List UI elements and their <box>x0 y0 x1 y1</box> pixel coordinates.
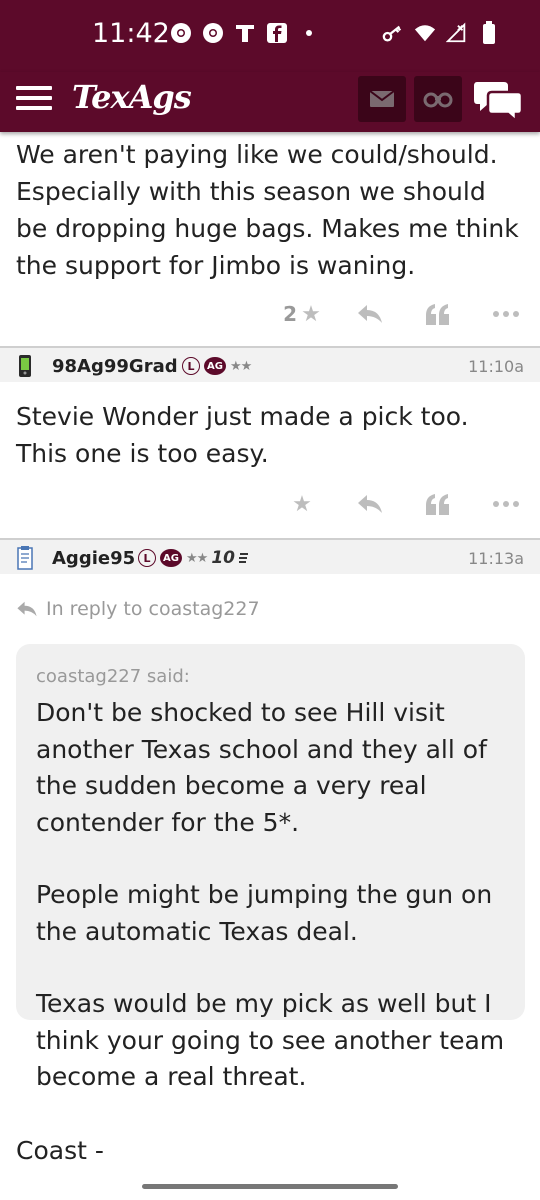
reply-button[interactable] <box>336 304 404 324</box>
quote-paragraph: People might be jumping the gun on the a… <box>36 880 493 946</box>
more-icon <box>493 311 519 317</box>
star-icon: ★ <box>292 491 312 517</box>
reply-icon <box>358 495 382 513</box>
quote-button[interactable] <box>404 303 472 325</box>
messages-button[interactable] <box>358 76 406 122</box>
post-actions: ★ <box>268 484 540 524</box>
badge-l: L <box>138 549 156 567</box>
chat-icon[interactable] <box>474 78 524 122</box>
post-time: 11:13a <box>468 548 524 568</box>
signal-icon <box>446 22 468 44</box>
username[interactable]: 98Ag99Grad <box>52 356 178 377</box>
ten-badge: 10 <box>211 548 235 568</box>
app-header: TexAgs <box>0 72 540 132</box>
quote-author: coastag227 said: <box>36 666 190 687</box>
user-stars: ★★ <box>230 358 252 374</box>
star-icon: ★ <box>301 301 321 327</box>
quote-icon <box>426 494 449 515</box>
quote-icon <box>426 304 449 325</box>
thread-content: We aren't paying like we could/should. E… <box>0 132 540 1172</box>
watchlist-button[interactable] <box>414 76 462 122</box>
username[interactable]: Aggie95 <box>52 548 135 569</box>
more-button[interactable] <box>472 310 540 318</box>
user-stars: ★★ <box>186 550 208 566</box>
facebook-icon <box>266 22 288 44</box>
status-system-icons <box>382 21 500 44</box>
t-mobile-icon <box>234 22 256 44</box>
reply-to-label: In reply to coastag227 <box>46 598 260 620</box>
more-button[interactable] <box>472 500 540 508</box>
home-gesture-pill[interactable] <box>142 1184 398 1189</box>
post-body: We aren't paying like we could/should. E… <box>16 140 519 280</box>
reply-icon <box>17 601 37 617</box>
badge-l: L <box>182 357 200 375</box>
status-time: 11:42 <box>92 18 170 49</box>
post-actions: 2 ★ <box>268 294 540 334</box>
quote-paragraph: Don't be shocked to see Hill visit anoth… <box>36 698 487 837</box>
wifi-icon <box>414 22 436 44</box>
binoculars-icon <box>423 92 453 108</box>
quote-paragraph: Texas would be my pick as well but I thi… <box>36 989 505 1091</box>
post-body: Stevie Wonder just made a pick too. This… <box>16 402 469 468</box>
status-notification-icons <box>170 22 320 44</box>
quote-block: coastag227 said: Don't be shocked to see… <box>16 644 525 1091</box>
reply-to-link[interactable]: In reply to coastag227 <box>16 598 260 620</box>
dot-icon <box>298 22 320 44</box>
status-bar: 11:42 <box>0 0 540 72</box>
quote-text: Don't be shocked to see Hill visit anoth… <box>36 695 505 1096</box>
key-icon <box>382 22 404 44</box>
chrome-icon <box>170 22 192 44</box>
post-body: Coast - <box>16 1136 104 1165</box>
ten-badge-lines-icon <box>238 553 248 563</box>
phone-user-icon <box>19 355 31 377</box>
badge-ag: AG <box>160 549 182 567</box>
system-nav-bar <box>0 1172 540 1200</box>
star-button[interactable]: 2 ★ <box>268 302 336 327</box>
menu-icon[interactable] <box>16 86 52 114</box>
texags-logo[interactable]: TexAgs <box>72 78 192 116</box>
reply-button[interactable] <box>336 494 404 514</box>
badge-ag: AG <box>204 357 226 375</box>
mail-icon <box>369 90 395 107</box>
star-button[interactable]: ★ <box>268 492 336 517</box>
star-count: 2 <box>283 302 298 326</box>
post-time: 11:10a <box>468 356 524 376</box>
more-icon <box>493 501 519 507</box>
chrome-icon <box>202 22 224 44</box>
user-badges: L AG ★★ 10 <box>138 548 249 568</box>
battery-icon <box>478 21 500 44</box>
notepad-user-icon <box>17 546 33 570</box>
post-header-row: 98Ag99Grad L AG ★★ 11:10a <box>0 348 540 384</box>
post-header-row: Aggie95 L AG ★★ 10 11:13a <box>0 540 540 576</box>
reply-icon <box>358 305 382 323</box>
user-badges: L AG ★★ <box>182 357 252 375</box>
quote-button[interactable] <box>404 493 472 515</box>
